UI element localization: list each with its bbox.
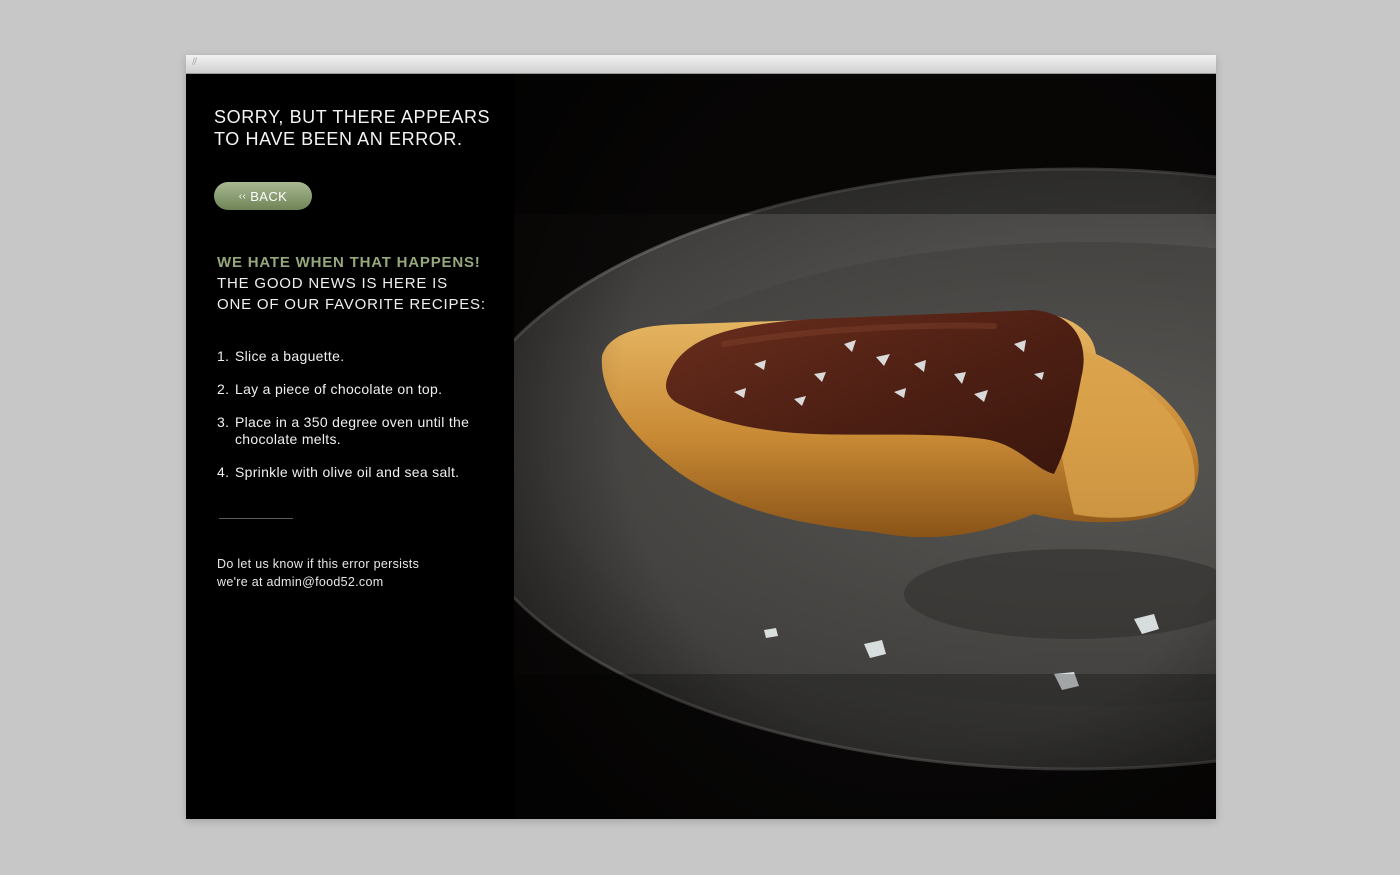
recipe-step-text: Slice a baguette.: [235, 348, 345, 364]
contact-note-line-1: Do let us know if this error persists: [217, 557, 420, 571]
back-button-label: BACK: [250, 188, 288, 204]
recipe-steps-list: 1. Slice a baguette. 2. Lay a piece of cho…: [217, 348, 497, 497]
recipe-intro-line-2: ONE OF OUR FAVORITE RECIPES:: [217, 296, 486, 313]
contact-note-line-2: we're at admin@food52.com: [217, 575, 384, 589]
recipe-intro-line-1: THE GOOD NEWS IS HERE IS: [217, 275, 448, 292]
error-message-panel: SORRY, BUT THERE APPEARS TO HAVE BEEN AN…: [186, 74, 514, 819]
recipe-step-text: Lay a piece of chocolate on top.: [235, 381, 443, 397]
error-page: SORRY, BUT THERE APPEARS TO HAVE BEEN AN…: [186, 74, 1216, 819]
recipe-step: 3. Place in a 350 degree oven until the c…: [217, 414, 497, 448]
error-headline: SORRY, BUT THERE APPEARS TO HAVE BEEN AN…: [214, 107, 491, 149]
browser-window: // SORRY, BUT THERE APPEARS TO HAVE BEEN…: [186, 55, 1216, 819]
section-divider: [219, 518, 293, 519]
double-chevron-left-icon: ‹‹: [238, 190, 247, 202]
recipe-step-number: 1.: [217, 348, 230, 364]
recipe-intro: WE HATE WHEN THAT HAPPENS! THE GOOD NEWS…: [217, 252, 507, 315]
recipe-step: 4. Sprinkle with olive oil and sea salt.: [217, 464, 497, 481]
contact-note: Do let us know if this error persists we…: [217, 555, 497, 591]
recipe-step-text: Sprinkle with olive oil and sea salt.: [235, 464, 460, 480]
recipe-step: 1. Slice a baguette.: [217, 348, 497, 365]
chocolate-toast-photo: [514, 74, 1216, 819]
chocolate-toast-illustration: [514, 74, 1216, 819]
recipe-step-number: 4.: [217, 464, 230, 480]
back-button[interactable]: ‹‹ BACK: [214, 182, 312, 210]
recipe-step: 2. Lay a piece of chocolate on top.: [217, 381, 497, 398]
recipe-step-number: 2.: [217, 381, 230, 397]
recipe-step-text: Place in a 350 degree oven until the cho…: [235, 414, 470, 447]
recipe-step-number: 3.: [217, 414, 230, 430]
window-titlebar: //: [186, 55, 1216, 74]
recipe-intro-accent: WE HATE WHEN THAT HAPPENS!: [217, 254, 481, 271]
titlebar-grip-icon: //: [192, 57, 197, 67]
